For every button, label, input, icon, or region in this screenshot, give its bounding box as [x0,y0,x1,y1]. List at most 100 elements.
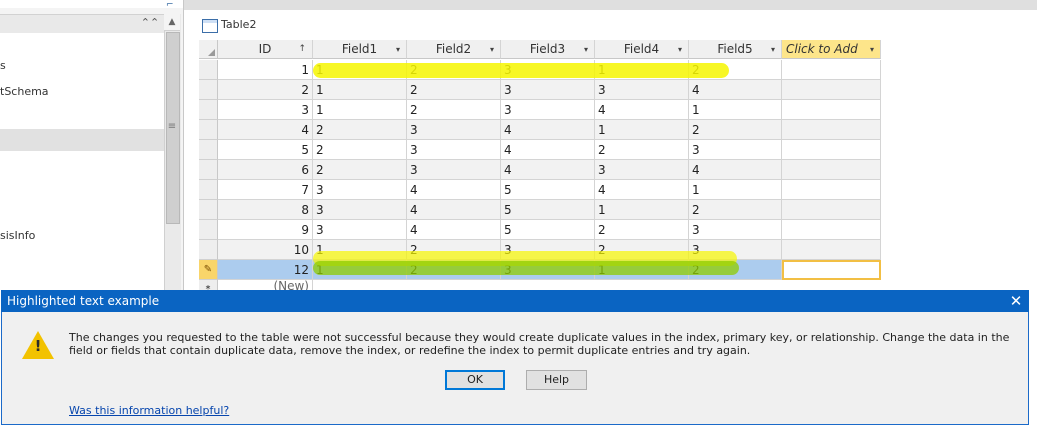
record-selector[interactable] [199,180,218,200]
click-to-add-cell[interactable] [782,120,881,140]
table-cell[interactable]: 2 [407,100,501,120]
table-row[interactable]: 623434 [199,160,881,180]
table-row[interactable]: 212334 [199,80,881,100]
click-to-add-cell[interactable] [782,160,881,180]
table-cell[interactable]: 2 [689,120,782,140]
record-selector[interactable] [199,160,218,180]
table-row[interactable]: 112312 [199,60,881,80]
nav-item[interactable]: sisInfo [0,225,164,247]
table-cell[interactable]: 4 [595,180,689,200]
dropdown-arrow-icon[interactable]: ▾ [771,40,775,59]
click-to-add-cell[interactable] [782,100,881,120]
close-icon[interactable]: ✕ [1003,290,1029,312]
table-cell[interactable]: 8 [218,200,313,220]
table-cell[interactable]: 3 [689,220,782,240]
table-cell[interactable]: 3 [501,100,595,120]
table-cell[interactable]: 1 [689,100,782,120]
scroll-up-arrow-icon[interactable]: ▲ [164,14,180,31]
table-cell[interactable]: 1 [313,260,407,280]
record-selector[interactable] [199,100,218,120]
nav-collapse-icon[interactable]: ⌃⌃ [139,14,161,32]
pencil-icon[interactable]: ✎ [199,260,218,280]
table-cell[interactable]: 3 [501,80,595,100]
new-record-row[interactable]: * (New) [199,280,881,290]
dropdown-arrow-icon[interactable]: ▾ [490,40,494,59]
record-selector[interactable] [199,200,218,220]
table-row[interactable]: 523423 [199,140,881,160]
record-selector[interactable] [199,220,218,240]
table-cell[interactable]: 4 [407,200,501,220]
helpful-link[interactable]: Was this information helpful? [69,404,229,417]
table-cell[interactable]: 2 [595,240,689,260]
table-cell[interactable]: 10 [218,240,313,260]
table-cell[interactable]: 3 [501,240,595,260]
table-cell[interactable]: 4 [595,100,689,120]
sort-ascending-icon[interactable]: ↑ [298,40,306,59]
table-cell[interactable]: 5 [218,140,313,160]
table-cell[interactable]: 5 [501,180,595,200]
help-button[interactable]: Help [526,370,587,390]
table-row[interactable]: 834512 [199,200,881,220]
table-cell[interactable]: 2 [407,240,501,260]
table-cell[interactable]: 4 [501,120,595,140]
table-cell[interactable]: 3 [407,140,501,160]
record-selector[interactable] [199,120,218,140]
table-row[interactable]: ✎ 12 1 2 3 1 2 [199,260,881,280]
table-cell[interactable]: 2 [689,60,782,80]
table-cell[interactable]: 3 [407,160,501,180]
nav-item-selected[interactable] [0,129,164,151]
table-cell[interactable]: 3 [689,140,782,160]
table-row[interactable]: 10 1 2 3 2 3 [199,240,881,260]
table-cell[interactable]: 3 [595,160,689,180]
column-header-field1[interactable]: Field1 ▾ [313,40,407,59]
table-row[interactable]: 934523 [199,220,881,240]
table-cell[interactable]: 1 [313,80,407,100]
table-cell[interactable]: 7 [218,180,313,200]
table-cell[interactable]: 9 [218,220,313,240]
table-row[interactable]: 734541 [199,180,881,200]
table-cell[interactable]: 1 [313,100,407,120]
table-cell[interactable]: 2 [689,200,782,220]
table-cell[interactable]: 3 [407,120,501,140]
record-selector[interactable] [199,140,218,160]
table-cell[interactable]: 3 [313,180,407,200]
click-to-add-cell[interactable] [782,180,881,200]
ok-button[interactable]: OK [445,370,505,390]
table-cell[interactable]: 1 [595,260,689,280]
table-cell[interactable]: 3 [218,100,313,120]
click-to-add-cell[interactable] [782,200,881,220]
record-selector[interactable] [199,80,218,100]
click-to-add-header[interactable]: Click to Add ▾ [782,40,881,59]
click-to-add-cell[interactable] [782,260,881,280]
table-cell[interactable]: 2 [218,80,313,100]
dropdown-arrow-icon[interactable]: ▾ [678,40,682,59]
nav-item[interactable]: tSchema [0,81,164,103]
table-cell[interactable]: 2 [313,120,407,140]
nav-item[interactable]: s [0,55,164,77]
table-row[interactable]: 312341 [199,100,881,120]
table-cell[interactable]: 5 [501,200,595,220]
table-cell[interactable]: 3 [313,200,407,220]
column-header-field2[interactable]: Field2 ▾ [407,40,501,59]
table-cell[interactable]: 2 [595,140,689,160]
table-row[interactable]: 423412 [199,120,881,140]
table-cell[interactable]: 2 [689,260,782,280]
table-cell[interactable]: 2 [407,80,501,100]
table-cell[interactable]: 4 [407,180,501,200]
table-cell[interactable]: 3 [501,60,595,80]
dropdown-arrow-icon[interactable]: ▾ [584,40,588,59]
dropdown-arrow-icon[interactable]: ▾ [396,40,400,59]
table-cell[interactable]: 2 [407,260,501,280]
table-cell[interactable]: 3 [689,240,782,260]
table-cell[interactable]: 2 [313,160,407,180]
click-to-add-cell[interactable] [782,240,881,260]
table-cell[interactable]: 1 [595,120,689,140]
click-to-add-cell[interactable] [782,140,881,160]
column-header-field4[interactable]: Field4 ▾ [595,40,689,59]
table-cell[interactable]: 4 [501,160,595,180]
table-cell[interactable]: 4 [218,120,313,140]
table-cell[interactable]: 1 [218,60,313,80]
column-header-field3[interactable]: Field3 ▾ [501,40,595,59]
table-cell[interactable]: 1 [313,60,407,80]
table-cell[interactable]: 3 [501,260,595,280]
